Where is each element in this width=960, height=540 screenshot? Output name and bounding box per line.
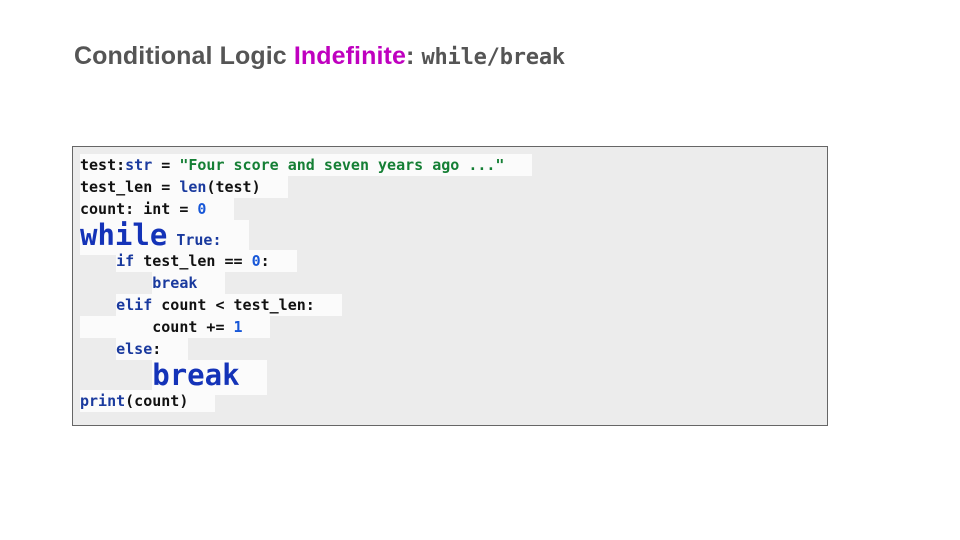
- code-line-highlight: count: int = 0: [80, 198, 234, 220]
- code-token-plain: (test): [206, 178, 261, 196]
- code-line: while True:: [80, 218, 827, 255]
- code-token-keyword: if: [116, 252, 135, 270]
- code-token-plain: count < test_len:: [152, 296, 315, 314]
- code-token-keyword: else: [116, 340, 153, 358]
- page-title: Conditional Logic Indefinite: while/brea…: [74, 42, 565, 71]
- code-line-pad: [270, 252, 297, 270]
- code-line-pad: [161, 340, 188, 358]
- code-token-keyword: str: [125, 156, 153, 174]
- code-line: else:: [80, 338, 827, 360]
- code-line-pad: [188, 392, 215, 410]
- code-line-pad: [197, 274, 224, 292]
- code-token-keyword: :: [212, 231, 222, 249]
- code-line-pad: [261, 178, 288, 196]
- code-line-pad: [222, 231, 249, 249]
- code-token-keyword-strong: while: [80, 218, 168, 252]
- code-line-pad: [315, 296, 342, 314]
- code-token-plain: count +=: [80, 318, 234, 336]
- code-line-pad: [240, 371, 267, 389]
- code-token-plain: test:: [80, 156, 126, 174]
- code-token-keyword: elif: [116, 296, 153, 314]
- code-line: test_len = len(test): [80, 176, 827, 198]
- code-line-highlight: break: [152, 272, 225, 294]
- code-token-keyword-strong: break: [152, 358, 240, 392]
- code-line: test:str = "Four score and seven years a…: [80, 154, 827, 176]
- code-block-container: test:str = "Four score and seven years a…: [72, 146, 828, 426]
- code-token-keyword: break: [152, 274, 198, 292]
- code-token-string: "Four score and seven years ago ...": [179, 156, 505, 174]
- code-token-plain: (count): [125, 392, 189, 410]
- code-token-keyword: print: [80, 392, 126, 410]
- title-segment-mono: while/break: [421, 45, 565, 70]
- code-line: elif count < test_len:: [80, 294, 827, 316]
- code-line-pad: [243, 318, 270, 336]
- code-token-number: 1: [233, 318, 243, 336]
- title-segment-accent: Indefinite: [293, 42, 406, 70]
- code-line: count: int = 0: [80, 198, 827, 220]
- code-line-highlight: test:str = "Four score and seven years a…: [80, 154, 532, 176]
- code-line-highlight: print(count): [80, 390, 216, 412]
- code-token-number: 0: [251, 252, 261, 270]
- code-token-plain: :: [260, 252, 270, 270]
- code-line-highlight: test_len = len(test): [80, 176, 288, 198]
- code-line: break: [80, 358, 827, 395]
- code-token-plain: :: [152, 340, 162, 358]
- code-line: break: [80, 272, 827, 294]
- code-token-keyword: True: [176, 231, 213, 249]
- code-line-pad: [504, 156, 531, 174]
- slide: Conditional Logic Indefinite: while/brea…: [0, 0, 960, 540]
- code-token-plain: test_len =: [80, 178, 180, 196]
- code-token-plain: test_len ==: [134, 252, 252, 270]
- code-line-highlight: count += 1: [80, 316, 270, 338]
- code-listing: test:str = "Four score and seven years a…: [80, 154, 827, 425]
- code-line: print(count): [80, 390, 827, 412]
- title-segment-colon: :: [405, 42, 422, 70]
- code-line-highlight: if test_len == 0:: [116, 250, 297, 272]
- code-token-plain: count: int =: [80, 200, 198, 218]
- code-token-plain: =: [152, 156, 180, 174]
- code-line-highlight: else:: [116, 338, 189, 360]
- code-line: if test_len == 0:: [80, 250, 827, 272]
- code-line: count += 1: [80, 316, 827, 338]
- title-segment-plain: Conditional Logic: [74, 42, 294, 70]
- code-line-highlight: elif count < test_len:: [116, 294, 342, 316]
- code-line-pad: [206, 200, 233, 218]
- code-token-keyword: len: [179, 178, 207, 196]
